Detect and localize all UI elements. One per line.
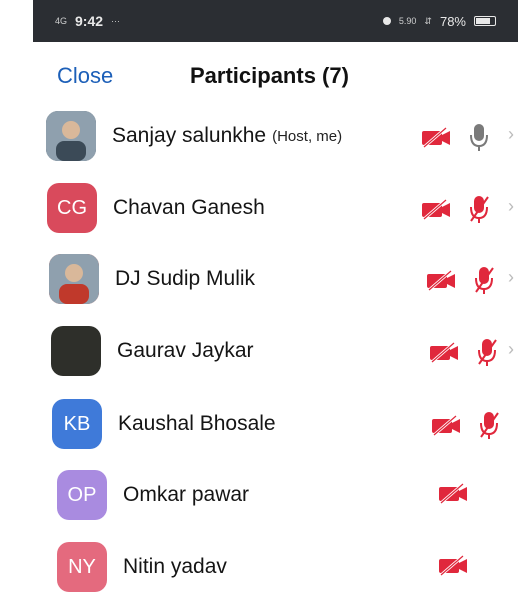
page-title: Participants (7): [190, 63, 349, 88]
chevron-right-icon[interactable]: ›: [508, 267, 514, 288]
video-off-icon[interactable]: [420, 125, 452, 154]
clock: 9:42: [75, 13, 104, 29]
video-off-icon[interactable]: [437, 481, 469, 510]
mic-muted-icon[interactable]: [476, 337, 498, 372]
close-button[interactable]: Close: [57, 63, 113, 89]
participant-row[interactable]: NY Nitin yadav: [57, 531, 520, 603]
mic-muted-icon[interactable]: [478, 410, 500, 445]
header: Close Participants (7): [33, 50, 518, 98]
video-off-icon[interactable]: [425, 268, 457, 297]
participant-controls: [437, 553, 469, 582]
participant-controls: [437, 481, 469, 510]
participant-controls: [430, 410, 500, 445]
participant-row[interactable]: Sanjay salunkhe (Host, me) ›: [46, 100, 520, 172]
video-off-icon[interactable]: [420, 197, 452, 226]
battery-icon: [474, 16, 496, 26]
video-off-icon[interactable]: [430, 413, 462, 442]
participant-name: DJ Sudip Mulik: [115, 267, 256, 290]
avatar: [46, 111, 96, 161]
avatar: NY: [57, 542, 107, 592]
status-left: 4G 9:42 ···: [55, 13, 120, 29]
mic-icon[interactable]: [468, 122, 490, 157]
signal-icon: 4G: [55, 16, 68, 26]
more-notifications: ···: [111, 16, 121, 26]
participant-row[interactable]: OP Omkar pawar: [57, 459, 520, 531]
participant-name: Nitin yadav: [123, 555, 227, 578]
chevron-right-icon[interactable]: ›: [508, 339, 514, 360]
avatar: KB: [52, 399, 102, 449]
participant-controls: [428, 337, 498, 372]
participant-name: Omkar pawar: [123, 483, 250, 506]
avatar: [49, 254, 99, 304]
battery-fill: [476, 18, 491, 24]
participant-name: Gaurav Jaykar: [117, 339, 254, 362]
alarm-icon: [382, 17, 391, 25]
wifi-icon: ⇵: [424, 15, 432, 26]
status-bar: 4G 9:42 ··· 5.90 ⇵ 78%: [33, 0, 518, 42]
participant-controls: [425, 265, 495, 300]
battery-percent: 78%: [439, 13, 466, 29]
avatar-initials: NY: [68, 555, 96, 578]
participant-row[interactable]: Gaurav Jaykar ›: [51, 315, 520, 387]
participant-name: Sanjay salunkhe: [112, 124, 267, 147]
avatar: OP: [57, 470, 107, 520]
mic-muted-icon[interactable]: [468, 194, 490, 229]
avatar: [51, 326, 101, 376]
participant-controls: [420, 122, 490, 157]
video-off-icon[interactable]: [437, 553, 469, 582]
participant-name: Chavan Ganesh: [113, 196, 265, 219]
chevron-right-icon[interactable]: ›: [508, 124, 514, 145]
host-tag: (Host, me): [272, 127, 343, 145]
participant-controls: [420, 194, 490, 229]
avatar-initials: CG: [57, 196, 87, 219]
participant-name: Kaushal Bhosale: [118, 412, 276, 435]
participant-row[interactable]: DJ Sudip Mulik ›: [49, 243, 520, 315]
video-off-icon[interactable]: [428, 340, 460, 369]
network-speed: 5.90: [398, 16, 417, 26]
participant-row[interactable]: CG Chavan Ganesh ›: [47, 172, 520, 244]
chevron-right-icon[interactable]: ›: [508, 196, 514, 217]
avatar: CG: [47, 183, 97, 233]
avatar-initials: KB: [63, 412, 91, 435]
participant-row[interactable]: KB Kaushal Bhosale: [52, 388, 520, 460]
mic-muted-icon[interactable]: [473, 265, 495, 300]
status-right: 5.90 ⇵ 78%: [382, 13, 496, 29]
avatar-initials: OP: [67, 483, 97, 506]
